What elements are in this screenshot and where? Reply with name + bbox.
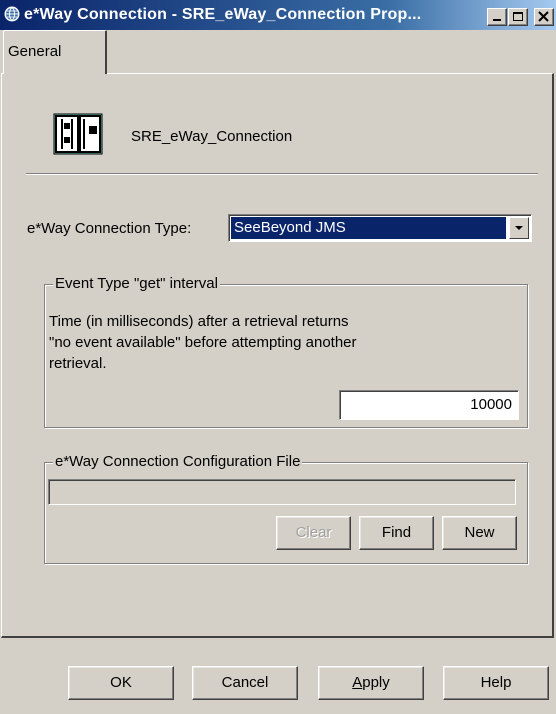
window-title: e*Way Connection - SRE_eWay_Connection P…: [24, 6, 422, 23]
minimize-button[interactable]: [487, 8, 507, 26]
minimize-icon: [493, 19, 501, 21]
maximize-icon: [513, 12, 523, 21]
apply-mnemonic: A: [352, 674, 363, 691]
header-divider: [26, 173, 538, 175]
apply-label-rest: pply: [362, 674, 390, 691]
interval-input[interactable]: 10000: [339, 390, 519, 420]
config-file-path-field: [48, 479, 516, 505]
globe-icon: [4, 6, 20, 22]
chevron-down-icon: [515, 226, 523, 230]
properties-dialog: e*Way Connection - SRE_eWay_Connection P…: [0, 0, 556, 714]
config-file-group-legend: e*Way Connection Configuration File: [53, 453, 303, 470]
close-icon: [538, 11, 549, 22]
help-button[interactable]: Help: [443, 666, 549, 700]
clear-button[interactable]: Clear: [276, 516, 351, 550]
new-button[interactable]: New: [442, 516, 517, 550]
interval-description: Time (in milliseconds) after a retrieval…: [49, 313, 357, 372]
close-button[interactable]: [534, 8, 554, 26]
connection-type-label: e*Way Connection Type:: [27, 220, 192, 237]
ok-button[interactable]: OK: [68, 666, 174, 700]
connection-type-dropdown-button[interactable]: [509, 217, 529, 239]
title-bar[interactable]: e*Way Connection - SRE_eWay_Connection P…: [0, 0, 556, 30]
interval-group-legend: Event Type "get" interval: [53, 275, 220, 292]
connection-name: SRE_eWay_Connection: [131, 128, 293, 145]
maximize-button[interactable]: [508, 8, 528, 26]
tab-general-label: General: [8, 43, 62, 60]
cancel-button[interactable]: Cancel: [192, 666, 298, 700]
tab-general[interactable]: General: [3, 30, 107, 74]
find-button[interactable]: Find: [359, 516, 434, 550]
connection-type-select[interactable]: SeeBeyond JMS: [228, 214, 532, 242]
eway-connection-icon: [53, 113, 103, 155]
connection-type-value: SeeBeyond JMS: [231, 217, 506, 239]
apply-button[interactable]: Apply: [318, 666, 424, 700]
